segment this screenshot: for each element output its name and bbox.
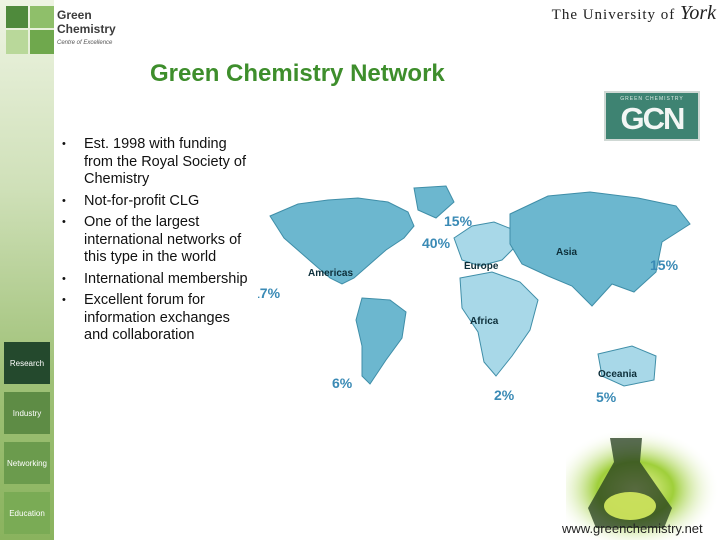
map-percent-americas: 17% [258,285,281,301]
flask-liquid [604,492,656,520]
map-percent-south-america: 6% [332,375,353,391]
nav-industry[interactable]: Industry [4,392,50,434]
nav-education[interactable]: Education [4,492,50,534]
bullet-item: Not-for-profit CLG [58,193,248,211]
bullet-item: International membership [58,271,248,289]
university-name: York [680,2,716,24]
logo-line-1: Green [57,8,92,22]
logo-text: Green Chemistry Centre of Excellence [57,8,167,46]
map-percent-asia: 15% [650,257,679,273]
nav-research[interactable]: Research [4,342,50,384]
map-label-oceania: Oceania [598,369,637,380]
logo-square [30,6,54,28]
gcn-logo-mark [4,6,54,56]
university-logo: The University of York [552,2,716,25]
world-map: Americas Europe Asia Africa Oceania 17% … [258,185,691,405]
bullet-item: Est. 1998 with funding from the Royal So… [58,136,248,189]
gcn-badge-logo: GREEN CHEMISTRY GCN [604,91,700,141]
map-label-africa: Africa [470,316,499,327]
logo-tagline: Centre of Excellence [57,40,113,46]
map-label-europe: Europe [464,261,499,272]
university-prefix: The University of [551,7,681,23]
map-south-america [355,297,407,385]
gcn-badge-letters: GCN [620,101,686,136]
bullet-list: Est. 1998 with funding from the Royal So… [58,136,248,349]
map-percent-europe-uk: 40% [422,235,451,251]
map-oceania [597,345,657,387]
logo-square [6,6,28,28]
map-asia [509,191,691,307]
logo-square [6,30,28,54]
bullet-item: One of the largest international network… [58,214,248,267]
footer-url[interactable]: www.greenchemistry.net [562,521,703,536]
bullet-item: Excellent forum for information exchange… [58,292,248,345]
map-label-americas: Americas [308,268,353,279]
logo-square [30,30,54,54]
map-percent-europe-top: 15% [444,213,473,229]
nav-networking[interactable]: Networking [4,442,50,484]
map-percent-oceania: 5% [596,389,617,405]
page-title: Green Chemistry Network [150,60,445,87]
map-percent-africa: 2% [494,387,515,403]
logo-line-2: Chemistry [57,22,116,36]
map-label-asia: Asia [556,247,578,258]
